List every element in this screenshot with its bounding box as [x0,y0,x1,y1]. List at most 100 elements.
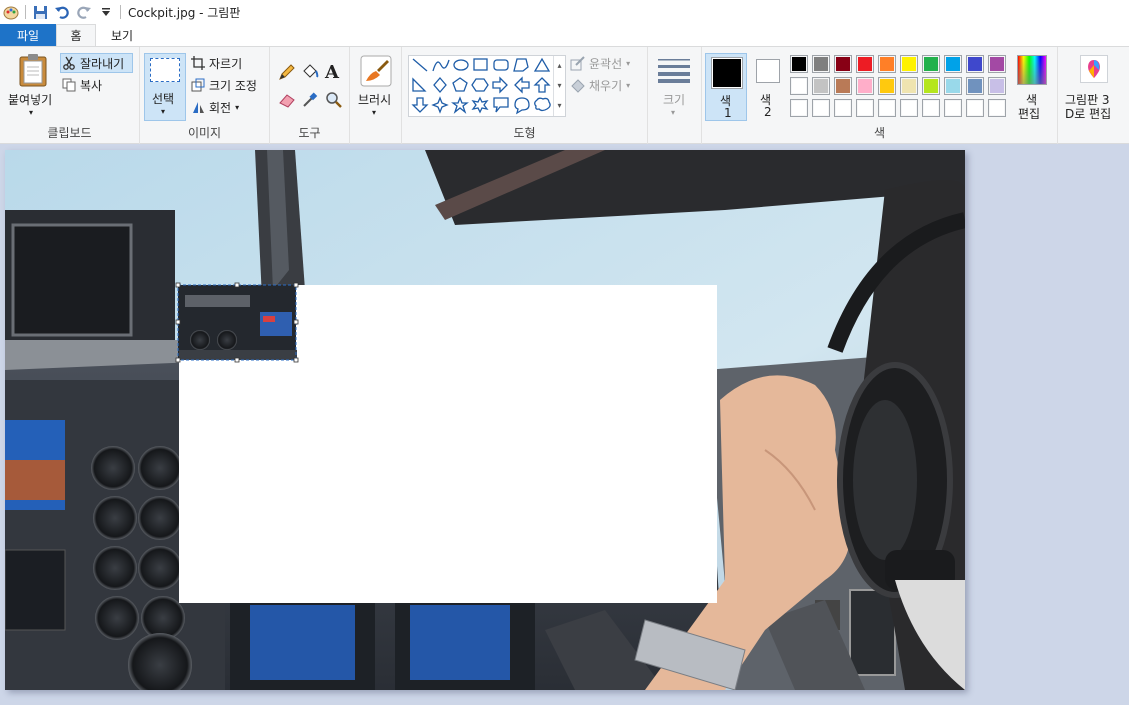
palette-swatch[interactable] [966,99,984,117]
color2-button[interactable]: 색 2 [752,53,784,121]
hexagon-shape-icon[interactable] [471,78,489,92]
palette-swatch[interactable] [834,99,852,117]
palette-swatch[interactable] [966,55,984,73]
palette-swatch[interactable] [878,99,896,117]
palette-swatch[interactable] [834,55,852,73]
selection-handle-bottom-right[interactable] [293,357,299,363]
fill-button[interactable]: 채우기 ▾ [570,75,630,95]
palette-swatch[interactable] [812,55,830,73]
select-button[interactable]: 선택 ▾ [144,53,186,121]
tab-file[interactable]: 파일 [0,24,56,46]
brushes-button[interactable]: 브러시 ▾ [354,53,398,123]
eraser-icon[interactable] [278,91,296,112]
palette-swatch[interactable] [944,99,962,117]
palette-swatch[interactable] [988,55,1006,73]
right-arrow-shape-icon[interactable] [492,76,508,94]
shapes-expand-icon[interactable]: ▾ [554,96,565,116]
window-title: Cockpit.jpg - 그림판 [128,5,241,20]
rounded-rectangle-shape-icon[interactable] [493,59,509,71]
customize-toolbar-icon[interactable] [95,1,117,23]
copy-button[interactable]: 복사 [61,75,102,95]
down-arrow-shape-icon[interactable] [411,97,429,113]
palette-swatch[interactable] [988,99,1006,117]
line-shape-icon[interactable] [412,58,428,72]
palette-swatch[interactable] [900,77,918,95]
save-icon[interactable] [29,1,51,23]
edit-colors-button[interactable]: 색 편집 [1012,53,1054,123]
outline-button[interactable]: 윤곽선 ▾ [570,53,630,73]
palette-swatch[interactable] [812,99,830,117]
drawing-canvas[interactable] [5,150,965,690]
selection-handle-bottom[interactable] [234,357,240,363]
palette-swatch[interactable] [966,77,984,95]
edit-with-paint3d-button[interactable]: 그림판 3 D로 편집 [1060,53,1126,123]
palette-swatch[interactable] [944,55,962,73]
palette-swatch[interactable] [944,77,962,95]
palette-swatch[interactable] [790,99,808,117]
tab-home[interactable]: 홈 [56,24,96,46]
triangle-shape-icon[interactable] [533,57,551,72]
selection-handle-right[interactable] [293,319,299,325]
selection-handle-top-left[interactable] [175,282,181,288]
palette-swatch[interactable] [900,99,918,117]
selection-handle-top-right[interactable] [293,282,299,288]
crop-button[interactable]: 자르기 [190,53,242,73]
palette-swatch[interactable] [922,55,940,73]
fill-bucket-icon[interactable] [301,63,319,84]
size-button[interactable]: 크기 ▾ [652,53,698,121]
cut-button[interactable]: 잘라내기 [60,53,133,73]
palette-swatch[interactable] [878,77,896,95]
pentagon-shape-icon[interactable] [452,77,468,92]
palette-swatch[interactable] [834,77,852,95]
up-arrow-shape-icon[interactable] [533,77,551,93]
rotate-dropdown-icon[interactable]: ▾ [235,103,239,112]
cloud-callout-shape-icon[interactable] [534,97,551,112]
paint-app-icon[interactable] [0,1,22,23]
pencil-icon[interactable] [278,63,296,84]
redo-icon[interactable] [73,1,95,23]
six-point-star-shape-icon[interactable] [471,96,489,114]
magnifier-icon[interactable] [325,91,343,112]
palette-swatch[interactable] [922,99,940,117]
oval-shape-icon[interactable] [453,59,469,71]
five-point-star-shape-icon[interactable] [451,96,469,114]
rectangle-shape-icon[interactable] [473,58,488,71]
palette-swatch[interactable] [878,55,896,73]
color-picker-icon[interactable] [301,91,319,112]
select-dropdown-icon[interactable]: ▾ [161,107,165,116]
rectangular-callout-shape-icon[interactable] [493,97,509,113]
shapes-scroll-down-icon[interactable]: ▾ [554,76,565,96]
palette-swatch[interactable] [988,77,1006,95]
diamond-shape-icon[interactable] [433,77,447,93]
text-tool-icon[interactable]: A [325,62,339,83]
palette-swatch[interactable] [922,77,940,95]
palette-swatch[interactable] [856,77,874,95]
palette-swatch[interactable] [790,77,808,95]
selection-handle-left[interactable] [175,319,181,325]
shapes-scroll-up-icon[interactable]: ▴ [554,56,565,76]
palette-swatch[interactable] [856,99,874,117]
left-arrow-shape-icon[interactable] [514,76,530,94]
palette-swatch[interactable] [790,55,808,73]
oval-callout-shape-icon[interactable] [514,97,530,115]
paste-button[interactable]: 붙여넣기 ▾ [4,51,60,121]
fill-dropdown-icon[interactable]: ▾ [626,81,630,90]
resize-button[interactable]: 크기 조정 [190,75,257,95]
palette-swatch[interactable] [856,55,874,73]
palette-swatch[interactable] [812,77,830,95]
selection-handle-bottom-left[interactable] [175,357,181,363]
right-triangle-shape-icon[interactable] [412,77,427,92]
brushes-dropdown-icon[interactable]: ▾ [372,108,376,117]
curve-shape-icon[interactable] [432,59,450,72]
undo-icon[interactable] [51,1,73,23]
outline-dropdown-icon[interactable]: ▾ [626,59,630,68]
palette-swatch[interactable] [900,55,918,73]
paste-dropdown-icon[interactable]: ▾ [29,108,33,117]
rotate-button[interactable]: 회전 ▾ [190,97,239,117]
selection-handle-top[interactable] [234,282,240,288]
four-point-star-shape-icon[interactable] [431,96,449,114]
color1-button[interactable]: 색 1 [705,53,747,121]
polygon-shape-icon[interactable] [513,58,529,72]
size-dropdown-icon[interactable]: ▾ [671,108,675,117]
tab-view[interactable]: 보기 [96,24,148,46]
